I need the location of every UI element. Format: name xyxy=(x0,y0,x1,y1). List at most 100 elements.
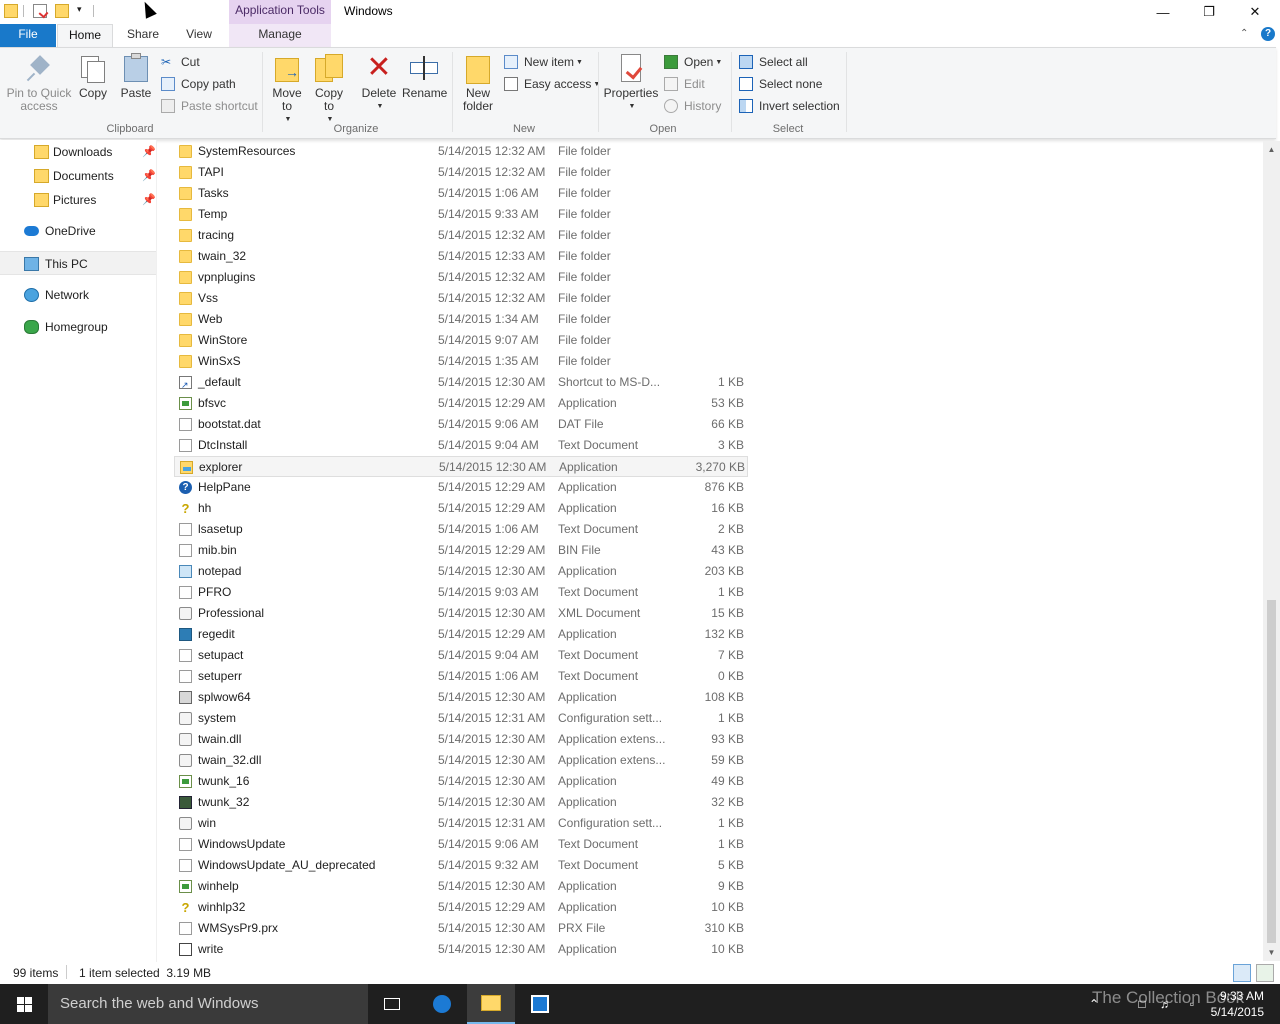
file-row[interactable]: write 5/14/2015 12:30 AM Application 10 KB xyxy=(174,939,748,960)
invert-selection-button[interactable]: Invert selection xyxy=(739,96,840,116)
scroll-up-arrow-icon[interactable]: ▲ xyxy=(1263,141,1280,158)
task-view-button[interactable] xyxy=(368,984,416,1024)
file-row[interactable]: Temp 5/14/2015 9:33 AM File folder xyxy=(174,204,748,225)
pin-icon[interactable]: 📌 xyxy=(142,164,156,188)
select-none-button[interactable]: Select none xyxy=(739,74,822,94)
nav-item-this-pc[interactable]: This PC xyxy=(0,251,156,275)
close-button[interactable]: ✕ xyxy=(1232,0,1278,24)
open-button[interactable]: Open ▼ xyxy=(664,52,722,72)
edge-browser-button[interactable] xyxy=(418,984,466,1024)
pin-to-quick-access-button[interactable]: Pin to Quick access xyxy=(4,52,74,113)
file-row[interactable]: winhelp 5/14/2015 12:30 AM Application 9 KB xyxy=(174,876,748,897)
file-row[interactable]: setuperr 5/14/2015 1:06 AM Text Document 0 … xyxy=(174,666,748,687)
file-row[interactable]: WindowsUpdate_AU_deprecated 5/14/2015 9:3… xyxy=(174,855,748,876)
copy-path-button[interactable]: Copy path xyxy=(161,74,236,94)
copy-button[interactable]: Copy xyxy=(76,52,110,100)
file-row[interactable]: WindowsUpdate 5/14/2015 9:06 AM Text Docum… xyxy=(174,834,748,855)
scroll-down-arrow-icon[interactable]: ▼ xyxy=(1263,944,1280,961)
nav-item-pictures[interactable]: Pictures 📌 xyxy=(0,188,156,212)
file-row[interactable]: setupact 5/14/2015 9:04 AM Text Document 7 … xyxy=(174,645,748,666)
copy-to-button[interactable]: Copy to ▼ xyxy=(310,52,348,126)
minimize-ribbon-icon[interactable]: ⌃ xyxy=(1240,28,1248,39)
nav-item-network[interactable]: Network xyxy=(0,283,156,307)
paste-button[interactable]: Paste xyxy=(116,52,156,100)
start-button[interactable] xyxy=(0,984,48,1024)
select-all-button[interactable]: Select all xyxy=(739,52,808,72)
properties-button[interactable]: Properties ▼ xyxy=(603,52,659,113)
file-row[interactable]: twain_32 5/14/2015 12:33 AM File folder xyxy=(174,246,748,267)
file-row[interactable]: WinSxS 5/14/2015 1:35 AM File folder xyxy=(174,351,748,372)
action-center-icon[interactable]: ▫ xyxy=(1184,996,1200,1012)
large-icons-view-icon[interactable] xyxy=(1256,964,1274,982)
properties-quick-icon[interactable] xyxy=(33,4,49,19)
file-row[interactable]: notepad 5/14/2015 12:30 AM Application 203 … xyxy=(174,561,748,582)
customize-quick-access-icon[interactable]: ▾ xyxy=(77,4,82,15)
help-icon[interactable]: ? xyxy=(1261,27,1275,41)
file-row[interactable]: system 5/14/2015 12:31 AM Configuration se… xyxy=(174,708,748,729)
easy-access-button[interactable]: Easy access ▼ xyxy=(504,74,600,94)
new-folder-quick-icon[interactable] xyxy=(55,4,69,18)
file-row[interactable]: bfsvc 5/14/2015 12:29 AM Application 53 KB xyxy=(174,393,748,414)
file-row[interactable]: ? hh 5/14/2015 12:29 AM Application 16 KB xyxy=(174,498,748,519)
tab-view[interactable]: View xyxy=(174,24,224,47)
edit-button[interactable]: Edit xyxy=(664,74,705,94)
file-row[interactable]: win 5/14/2015 12:31 AM Configuration sett.… xyxy=(174,813,748,834)
file-row[interactable]: PFRO 5/14/2015 9:03 AM Text Document 1 KB xyxy=(174,582,748,603)
file-row[interactable]: twunk_16 5/14/2015 12:30 AM Application 49 … xyxy=(174,771,748,792)
file-row[interactable]: TAPI 5/14/2015 12:32 AM File folder xyxy=(174,162,748,183)
pin-icon[interactable]: 📌 xyxy=(142,140,156,164)
file-row[interactable]: vpnplugins 5/14/2015 12:32 AM File folder xyxy=(174,267,748,288)
file-row[interactable]: WMSysPr9.prx 5/14/2015 12:30 AM PRX File 31… xyxy=(174,918,748,939)
file-row[interactable]: bootstat.dat 5/14/2015 9:06 AM DAT File 66 … xyxy=(174,414,748,435)
file-row[interactable]: tracing 5/14/2015 12:32 AM File folder xyxy=(174,225,748,246)
maximize-button[interactable]: ❐ xyxy=(1186,0,1232,24)
tab-manage[interactable]: Manage xyxy=(229,24,331,47)
tab-file[interactable]: File xyxy=(0,24,56,47)
file-row[interactable]: SystemResources 5/14/2015 12:32 AM File fo… xyxy=(174,141,748,162)
nav-item-onedrive[interactable]: OneDrive xyxy=(0,219,156,243)
file-row[interactable]: ? winhlp32 5/14/2015 12:29 AM Application 10… xyxy=(174,897,748,918)
network-tray-icon[interactable]: □ xyxy=(1134,996,1150,1012)
paste-shortcut-button[interactable]: Paste shortcut xyxy=(161,96,258,116)
pin-icon[interactable]: 📌 xyxy=(142,188,156,212)
file-row[interactable]: twain_32.dll 5/14/2015 12:30 AM Applicatio… xyxy=(174,750,748,771)
file-row[interactable]: twunk_32 5/14/2015 12:30 AM Application 32 … xyxy=(174,792,748,813)
search-box[interactable]: Search the web and Windows xyxy=(48,984,368,1024)
file-row[interactable]: splwow64 5/14/2015 12:30 AM Application 108… xyxy=(174,687,748,708)
scrollbar-thumb[interactable] xyxy=(1267,600,1276,943)
volume-icon[interactable]: ♬ xyxy=(1158,996,1174,1012)
tab-home[interactable]: Home xyxy=(57,24,113,47)
new-folder-button[interactable]: New folder xyxy=(458,52,498,113)
file-row[interactable]: Tasks 5/14/2015 1:06 AM File folder xyxy=(174,183,748,204)
delete-button[interactable]: ✕ Delete ▼ xyxy=(358,52,400,113)
store-button[interactable] xyxy=(516,984,564,1024)
show-hidden-icons-icon[interactable]: ⌃ xyxy=(1086,996,1102,1012)
file-row[interactable]: DtcInstall 5/14/2015 9:04 AM Text Document… xyxy=(174,435,748,456)
clock[interactable]: 9:33 AM 5/14/2015 xyxy=(1211,988,1264,1020)
nav-item-documents[interactable]: Documents 📌 xyxy=(0,164,156,188)
file-explorer-button[interactable] xyxy=(467,984,515,1024)
tab-share[interactable]: Share xyxy=(118,24,168,47)
nav-item-downloads[interactable]: Downloads 📌 xyxy=(0,140,156,164)
file-row[interactable]: Vss 5/14/2015 12:32 AM File folder xyxy=(174,288,748,309)
new-item-button[interactable]: New item ▼ xyxy=(504,52,583,72)
file-row[interactable]: mib.bin 5/14/2015 12:29 AM BIN File 43 KB xyxy=(174,540,748,561)
file-row[interactable]: Professional 5/14/2015 12:30 AM XML Docume… xyxy=(174,603,748,624)
history-button[interactable]: History xyxy=(664,96,721,116)
file-row[interactable]: lsasetup 5/14/2015 1:06 AM Text Document 2 … xyxy=(174,519,748,540)
file-type: File folder xyxy=(558,249,611,263)
file-row[interactable]: ? HelpPane 5/14/2015 12:29 AM Application 87… xyxy=(174,477,748,498)
nav-item-homegroup[interactable]: Homegroup xyxy=(0,315,156,339)
vertical-scrollbar[interactable]: ▲ ▼ xyxy=(1263,141,1280,961)
cut-button[interactable]: ✂ Cut xyxy=(161,52,200,72)
file-row[interactable]: twain.dll 5/14/2015 12:30 AM Application e… xyxy=(174,729,748,750)
file-row[interactable]: regedit 5/14/2015 12:29 AM Application 132 … xyxy=(174,624,748,645)
move-to-button[interactable]: → Move to ▼ xyxy=(268,52,306,126)
file-row[interactable]: Web 5/14/2015 1:34 AM File folder xyxy=(174,309,748,330)
minimize-button[interactable]: — xyxy=(1140,0,1186,24)
details-view-icon[interactable] xyxy=(1233,964,1251,982)
file-row[interactable]: _default 5/14/2015 12:30 AM Shortcut to MS… xyxy=(174,372,748,396)
file-row[interactable]: explorer 5/14/2015 12:30 AM Application 3,2… xyxy=(174,456,748,477)
rename-button[interactable]: Rename xyxy=(402,52,447,100)
file-row[interactable]: WinStore 5/14/2015 9:07 AM File folder xyxy=(174,330,748,351)
